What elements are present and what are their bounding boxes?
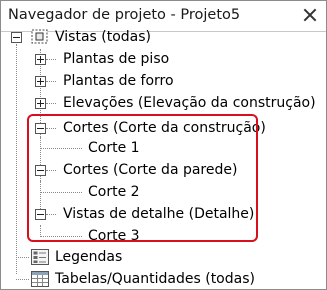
- expand-toggle[interactable]: [35, 76, 46, 87]
- tree-item-plantas-de-piso[interactable]: Plantas de piso: [1, 49, 326, 69]
- panel-title: Navegador de projeto - Projeto5: [8, 7, 241, 23]
- legend-icon: [31, 249, 49, 265]
- tree-item-vistas[interactable]: Vistas (todas): [1, 27, 326, 47]
- schedule-icon: [31, 271, 49, 287]
- tree-item-label: Legendas: [55, 249, 123, 265]
- highlight-box: [27, 114, 258, 242]
- tree-item-label: Plantas de piso: [63, 51, 170, 67]
- expand-toggle[interactable]: [35, 98, 46, 109]
- expand-toggle[interactable]: [35, 54, 46, 65]
- tree-item-elevacoes[interactable]: Elevações (Elevação da construção): [1, 93, 326, 113]
- tree-item-label: Tabelas/Quantidades (todas): [55, 271, 255, 287]
- views-icon: [31, 29, 48, 44]
- project-browser-panel: Navegador de projeto - Projeto5 Vistas (…: [0, 0, 327, 290]
- tree-item-label: Vistas (todas): [55, 29, 152, 45]
- collapse-toggle[interactable]: [11, 32, 22, 43]
- tree-item-legendas[interactable]: Legendas: [1, 247, 326, 267]
- tree-item-label: Elevações (Elevação da construção): [63, 95, 316, 111]
- tree-item-plantas-de-forro[interactable]: Plantas de forro: [1, 71, 326, 91]
- tree-item-tabelas[interactable]: Tabelas/Quantidades (todas): [1, 269, 326, 289]
- close-icon[interactable]: [301, 6, 319, 24]
- tree-item-label: Plantas de forro: [63, 73, 174, 89]
